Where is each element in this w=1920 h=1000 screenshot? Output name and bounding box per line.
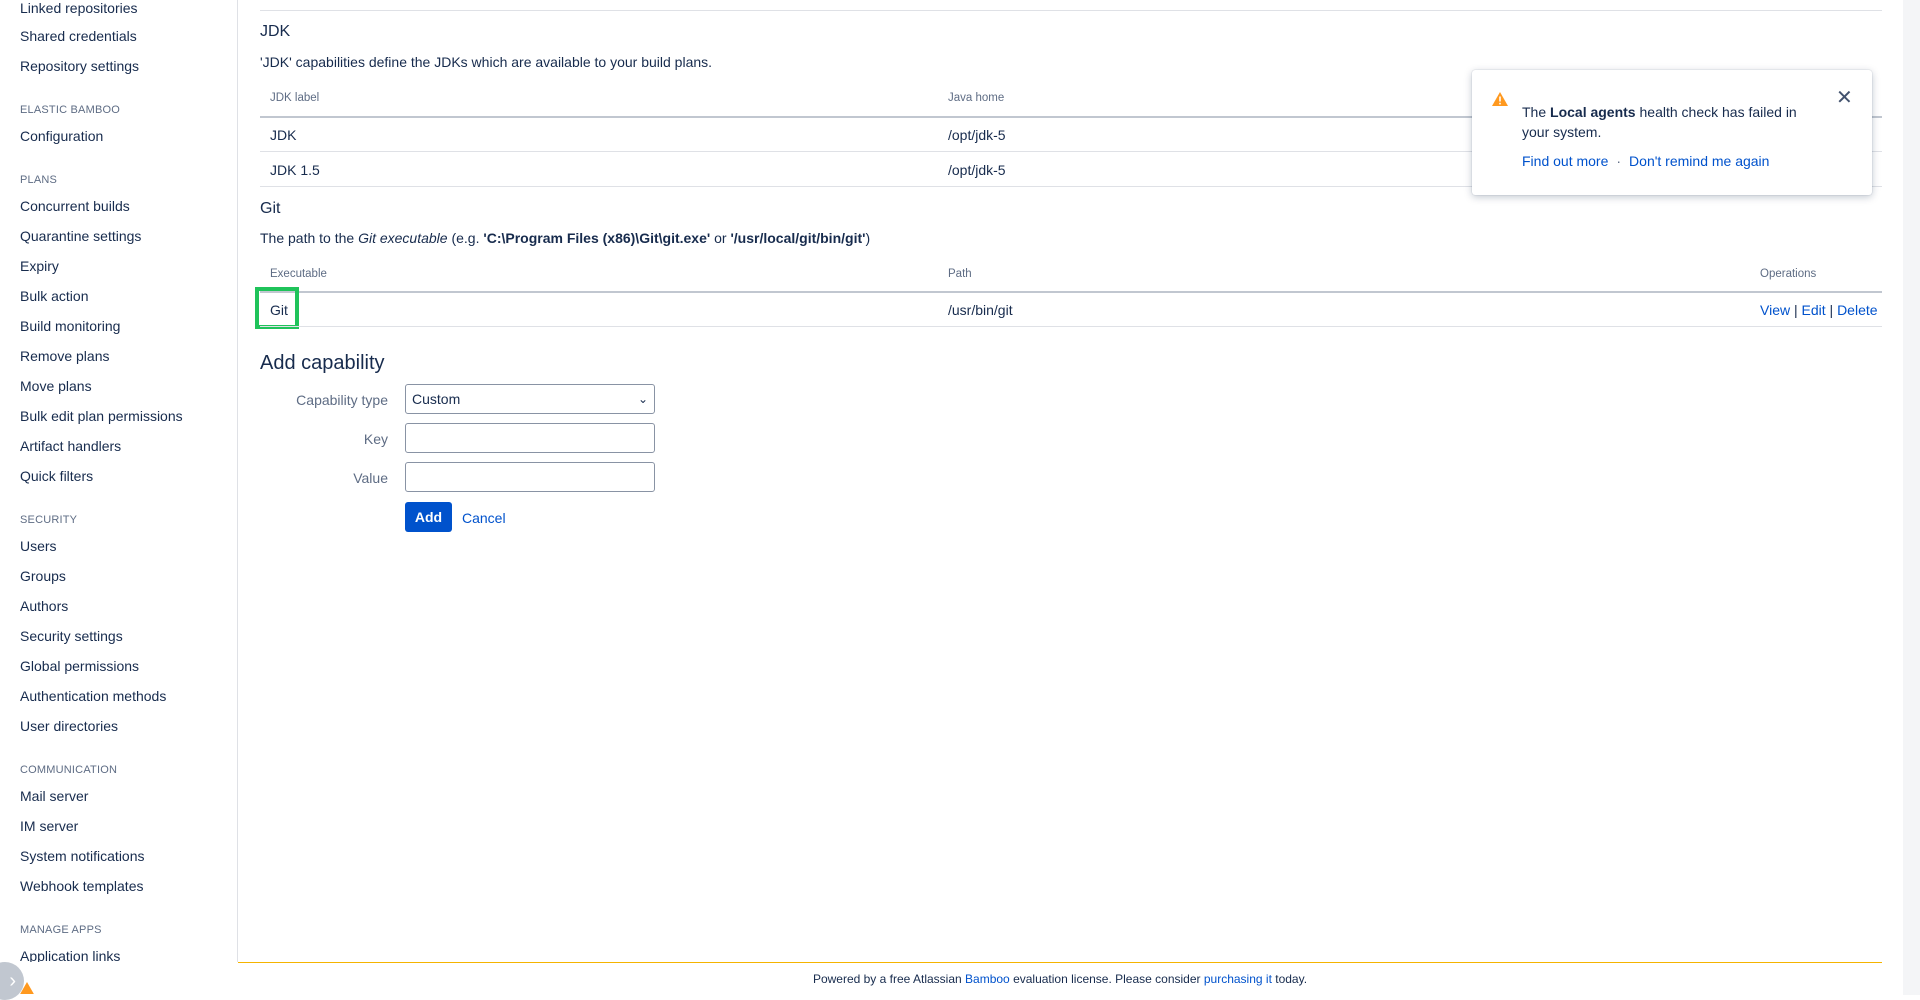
sidebar-item-im-server[interactable]: IM server bbox=[20, 818, 78, 834]
sidebar-heading-security: SECURITY bbox=[20, 514, 78, 526]
capability-type-label: Capability type bbox=[296, 392, 388, 408]
sidebar-item-repository-settings[interactable]: Repository settings bbox=[20, 58, 139, 74]
path-header: Path bbox=[948, 268, 972, 280]
jdk15-row-home: /opt/jdk-5 bbox=[948, 162, 1006, 178]
sidebar-heading-manage-apps: MANAGE APPS bbox=[20, 924, 102, 936]
sidebar-item-expiry[interactable]: Expiry bbox=[20, 258, 59, 274]
table-row-divider bbox=[260, 326, 1882, 327]
dont-remind-link[interactable]: Don't remind me again bbox=[1629, 153, 1769, 169]
capability-type-value: Custom bbox=[412, 391, 461, 407]
sidebar-heading-communication: COMMUNICATION bbox=[20, 764, 118, 776]
cancel-link[interactable]: Cancel bbox=[462, 510, 506, 526]
bamboo-link[interactable]: Bamboo bbox=[965, 972, 1010, 986]
key-label: Key bbox=[363, 431, 388, 447]
sidebar-item-user-directories[interactable]: User directories bbox=[20, 718, 118, 734]
jdk-row-home: /opt/jdk-5 bbox=[948, 127, 1006, 143]
flag-message: The Local agents health check has failed… bbox=[1522, 104, 1797, 140]
git-description: The path to the Git executable (e.g. 'C:… bbox=[260, 230, 871, 246]
sidebar-item-authors[interactable]: Authors bbox=[20, 598, 68, 614]
sidebar-item-users[interactable]: Users bbox=[20, 538, 57, 554]
sidebar-item-application-links[interactable]: Application links bbox=[20, 948, 120, 962]
git-path: /usr/bin/git bbox=[948, 302, 1013, 318]
sidebar-item-bulk-action[interactable]: Bulk action bbox=[20, 288, 88, 304]
java-home-header: Java home bbox=[948, 92, 1005, 104]
sidebar-collapse-button[interactable]: › bbox=[0, 962, 24, 1000]
ops-separator: | bbox=[1829, 302, 1834, 318]
sidebar-item-webhook-templates[interactable]: Webhook templates bbox=[20, 878, 143, 894]
sidebar-item-quick-filters[interactable]: Quick filters bbox=[20, 468, 93, 484]
add-button[interactable]: Add bbox=[405, 502, 452, 532]
chevron-down-icon: ⌄ bbox=[637, 392, 648, 406]
flag-separator: · bbox=[1616, 153, 1622, 169]
git-link-highlight bbox=[255, 287, 299, 329]
warning-icon bbox=[20, 982, 34, 994]
value-label: Value bbox=[353, 470, 388, 486]
add-capability-title: Add capability bbox=[260, 352, 385, 374]
delete-link[interactable]: Delete bbox=[1837, 302, 1877, 318]
sidebar-item-security-settings[interactable]: Security settings bbox=[20, 628, 123, 644]
sidebar-item-mail-server[interactable]: Mail server bbox=[20, 788, 88, 804]
sidebar-item-linked-repositories[interactable]: Linked repositories bbox=[20, 0, 138, 16]
admin-sidebar: Linked repositories Shared credentials R… bbox=[0, 0, 238, 962]
sidebar-item-move-plans[interactable]: Move plans bbox=[20, 378, 92, 394]
sidebar-item-artifact-handlers[interactable]: Artifact handlers bbox=[20, 438, 121, 454]
chevron-right-icon: › bbox=[9, 969, 16, 992]
sidebar-heading-plans: PLANS bbox=[20, 174, 58, 186]
sidebar-item-global-permissions[interactable]: Global permissions bbox=[20, 658, 139, 674]
executable-header: Executable bbox=[270, 268, 327, 280]
jdk-description: 'JDK' capabilities define the JDKs which… bbox=[260, 54, 713, 70]
sidebar-item-quarantine-settings[interactable]: Quarantine settings bbox=[20, 228, 141, 244]
value-input[interactable] bbox=[405, 462, 655, 492]
view-link[interactable]: View bbox=[1760, 302, 1790, 318]
ops-separator: | bbox=[1793, 302, 1798, 318]
sidebar-item-configuration[interactable]: Configuration bbox=[20, 128, 103, 144]
sidebar-item-concurrent-builds[interactable]: Concurrent builds bbox=[20, 198, 130, 214]
health-check-flag: The Local agents health check has failed… bbox=[1472, 70, 1872, 195]
edit-link[interactable]: Edit bbox=[1802, 302, 1826, 318]
key-input[interactable] bbox=[405, 423, 655, 453]
sidebar-item-shared-credentials[interactable]: Shared credentials bbox=[20, 28, 137, 44]
find-out-more-link[interactable]: Find out more bbox=[1522, 153, 1608, 169]
sidebar-item-build-monitoring[interactable]: Build monitoring bbox=[20, 318, 120, 334]
sidebar-item-remove-plans[interactable]: Remove plans bbox=[20, 348, 110, 364]
jdk-label-header: JDK label bbox=[270, 92, 320, 104]
jdk15-row-label-link[interactable]: JDK 1.5 bbox=[270, 162, 320, 178]
sidebar-heading-elastic-bamboo: ELASTIC BAMBOO bbox=[20, 104, 120, 116]
git-section-title: Git bbox=[260, 200, 281, 217]
operations-header: Operations bbox=[1760, 268, 1817, 280]
table-header-divider bbox=[260, 291, 1882, 293]
warning-icon bbox=[1492, 92, 1508, 106]
flag-actions: Find out more · Don't remind me again bbox=[1522, 153, 1769, 169]
jdk-section-title: JDK bbox=[260, 23, 291, 40]
jdk-row-label-link[interactable]: JDK bbox=[270, 127, 296, 143]
purchasing-link[interactable]: purchasing it bbox=[1204, 972, 1272, 986]
capability-type-select[interactable]: Custom ⌄ bbox=[405, 384, 655, 414]
sidebar-item-authentication-methods[interactable]: Authentication methods bbox=[20, 688, 166, 704]
divider bbox=[260, 10, 1882, 11]
sidebar-item-bulk-edit-plan-permissions[interactable]: Bulk edit plan permissions bbox=[20, 408, 183, 424]
git-operations: View | Edit | Delete bbox=[1760, 302, 1878, 318]
close-icon[interactable]: ✕ bbox=[1836, 88, 1853, 108]
vertical-scrollbar[interactable] bbox=[1903, 0, 1920, 995]
license-footer: Powered by a free Atlassian Bamboo evalu… bbox=[238, 962, 1882, 996]
sidebar-item-system-notifications[interactable]: System notifications bbox=[20, 848, 145, 864]
sidebar-item-groups[interactable]: Groups bbox=[20, 568, 66, 584]
